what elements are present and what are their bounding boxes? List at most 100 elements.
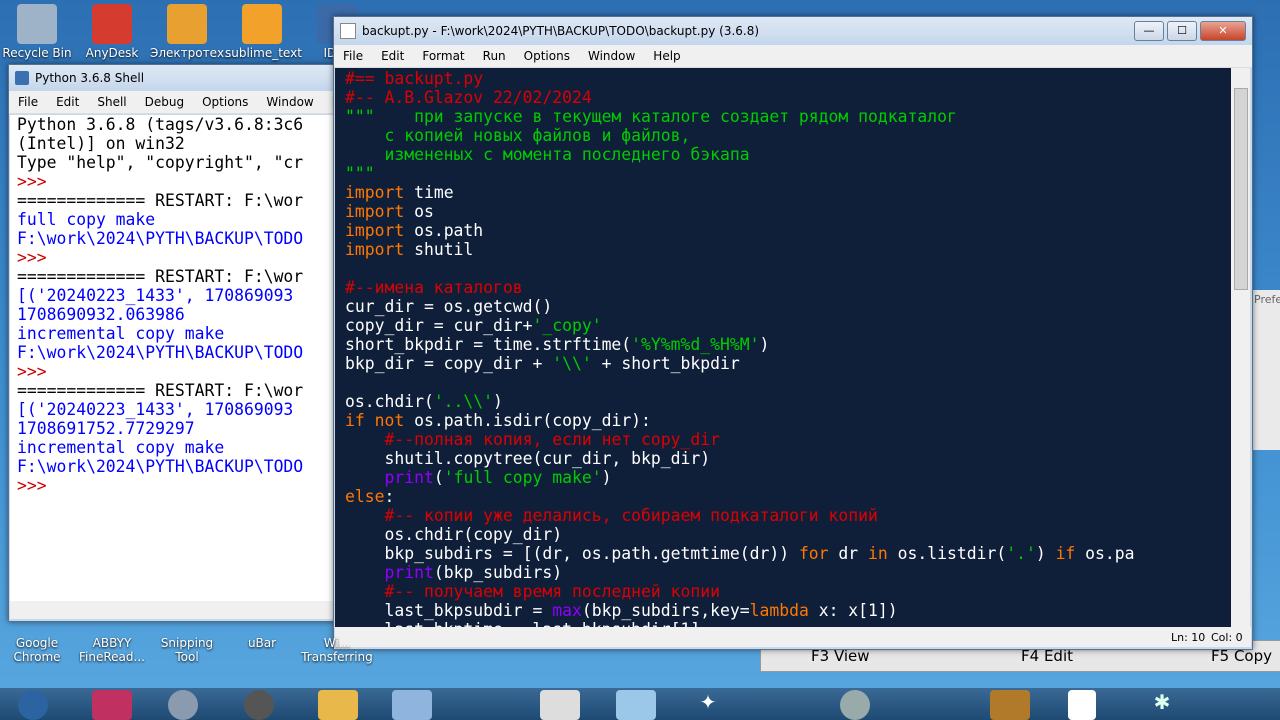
code-token: #== backupt.py <box>345 69 484 88</box>
desktop-icon-label: sublime_text <box>225 46 302 60</box>
code-line: copy_dir = cur_dir+'_copy' <box>345 316 1241 335</box>
desktop-icon-1[interactable]: AnyDesk <box>75 4 149 60</box>
editor-titlebar[interactable]: backupt.py - F:\work\2024\PYTH\BACKUP\TO… <box>334 17 1252 45</box>
capture-icon[interactable] <box>540 690 580 720</box>
menu-help[interactable]: Help <box>644 49 689 63</box>
menu-format[interactable]: Format <box>413 49 473 63</box>
menu-edit[interactable]: Edit <box>47 95 88 109</box>
code-token: """ при запуске в текущем каталоге созда… <box>345 107 957 126</box>
shell-scrollbar[interactable] <box>10 601 347 619</box>
menu-shell[interactable]: Shell <box>88 95 135 109</box>
code-token: ) <box>759 335 770 354</box>
paint-icon[interactable] <box>616 690 656 720</box>
code-line: #-- копии уже делались, собираем подката… <box>345 506 1241 525</box>
code-line: import shutil <box>345 240 1241 259</box>
clock-app-icon[interactable] <box>168 690 198 720</box>
code-token: shutil.copytree(cur_dir, bkp_dir) <box>345 449 711 468</box>
menu-debug[interactable]: Debug <box>136 95 193 109</box>
desktop-icon-label: Snipping Tool <box>160 636 214 664</box>
code-token: import <box>345 202 405 221</box>
shell-line: F:\work\2024\PYTH\BACKUP\TODO <box>17 343 304 362</box>
shell-line: [('20240223_1433', 170869093 <box>17 286 294 305</box>
code-token: ) <box>493 392 503 411</box>
code-token: '_copy' <box>532 316 602 335</box>
menu-window[interactable]: Window <box>257 95 322 109</box>
code-token: print <box>384 468 434 487</box>
calendar-icon[interactable] <box>392 690 432 720</box>
maximize-button[interactable]: ☐ <box>1167 21 1197 41</box>
code-token: in <box>868 544 888 563</box>
sparkle-icon[interactable]: ✦ <box>688 690 728 720</box>
code-line: last_bkpsubdir = max(bkp_subdirs,key=lam… <box>345 601 1241 620</box>
desktop-icon-0[interactable]: Recycle Bin <box>0 4 74 60</box>
desktop-app-icon <box>17 4 57 44</box>
code-line: short_bkpdir = time.strftime('%Y%m%d_%H%… <box>345 335 1241 354</box>
code-line: cur_dir = os.getcwd() <box>345 297 1241 316</box>
shell-line: ============= RESTART: F:\wor <box>17 267 304 286</box>
code-token: import <box>345 221 405 240</box>
desktop-icon-bottom-0[interactable]: Google Chrome <box>0 636 74 664</box>
code-line: bkp_dir = copy_dir + '\\' + short_bkpdir <box>345 354 1241 373</box>
network-icon[interactable]: ✱ <box>1142 690 1182 720</box>
shell-output[interactable]: Python 3.6.8 (tags/v3.6.8:3c6 (Intel)] on… <box>10 115 354 601</box>
chest-icon[interactable] <box>990 690 1030 720</box>
menu-file[interactable]: File <box>9 95 47 109</box>
code-line: last_bkptime = last_bkpsubdir[1] <box>345 620 1241 627</box>
minimize-button[interactable]: — <box>1134 21 1164 41</box>
desktop-icon-2[interactable]: Электротех... <box>150 4 236 60</box>
desktop-icon-bottom-3[interactable]: uBar <box>225 636 299 650</box>
desktop-icon-label: Google Chrome <box>13 636 61 664</box>
desktop-icon-3[interactable]: sublime_text <box>225 4 302 60</box>
code-token: '%Y%m%d_%H%M' <box>631 335 760 354</box>
code-line: os.chdir(copy_dir) <box>345 525 1241 544</box>
fs-app-icon[interactable] <box>92 690 132 720</box>
desktop-icon-label: Wi... Transferring <box>301 636 373 664</box>
start-orb-icon[interactable] <box>18 690 48 720</box>
desktop-icon-bottom-2[interactable]: Snipping Tool <box>150 636 224 664</box>
code-token: lambda <box>749 601 809 620</box>
taskbar: ✦ ✱ <box>0 688 1280 720</box>
editor-vscrollbar[interactable] <box>1231 68 1250 627</box>
document-icon[interactable] <box>1068 690 1096 720</box>
code-token: #-- копии уже делались, собираем подката… <box>384 506 878 525</box>
desktop-icon-bottom-4[interactable]: Wi... Transferring <box>300 636 374 664</box>
desktop-icon-bottom-1[interactable]: ABBYY FineRead... <box>75 636 149 664</box>
code-line: #-- получаем время последней копии <box>345 582 1241 601</box>
code-token: #--имена каталогов <box>345 278 523 297</box>
menu-run[interactable]: Run <box>474 49 515 63</box>
menu-window[interactable]: Window <box>579 49 644 63</box>
shell-line: ============= RESTART: F:\wor <box>17 191 304 210</box>
menu-options[interactable]: Options <box>515 49 579 63</box>
shell-line: [('20240223_1433', 170869093 <box>17 400 294 419</box>
disc-icon[interactable] <box>840 690 870 720</box>
col-indicator: Col: 0 <box>1211 631 1243 644</box>
shell-line: F:\work\2024\PYTH\BACKUP\TODO <box>17 229 304 248</box>
shell-line: >>> <box>17 476 47 495</box>
folder-icon[interactable] <box>318 690 358 720</box>
menu-edit[interactable]: Edit <box>372 49 413 63</box>
shell-line: Type "help", "copyright", "cr <box>17 153 304 172</box>
code-token: last_bkpsubdir = <box>345 601 553 620</box>
shell-line: 1708690932.063986 <box>17 305 185 324</box>
code-token: os.chdir(copy_dir) <box>345 525 563 544</box>
shell-window: Python 3.6.8 Shell File Edit Shell Debug Opt… <box>8 64 359 622</box>
shell-titlebar[interactable]: Python 3.6.8 Shell <box>9 65 349 91</box>
code-token: с копией новых файлов и файлов, <box>345 126 691 145</box>
code-area[interactable]: #== backupt.py #-- A.B.Glazov 22/02/2024 "… <box>335 68 1241 627</box>
scroll-thumb[interactable] <box>1234 88 1248 290</box>
code-line: import os <box>345 202 1241 221</box>
menu-file[interactable]: File <box>334 49 372 63</box>
menu-options[interactable]: Options <box>193 95 257 109</box>
shell-line: (Intel)] on win32 <box>17 134 185 153</box>
globe-app-icon[interactable] <box>244 690 274 720</box>
code-token: os <box>404 202 434 221</box>
code-token: os.path <box>404 221 484 240</box>
code-line: import time <box>345 183 1241 202</box>
code-token: os.listdir( <box>887 544 1007 563</box>
close-button[interactable]: ✕ <box>1200 21 1246 41</box>
shell-menubar: FileEditShellDebugOptionsWindowHelp <box>9 91 359 114</box>
code-token: else <box>345 487 385 506</box>
